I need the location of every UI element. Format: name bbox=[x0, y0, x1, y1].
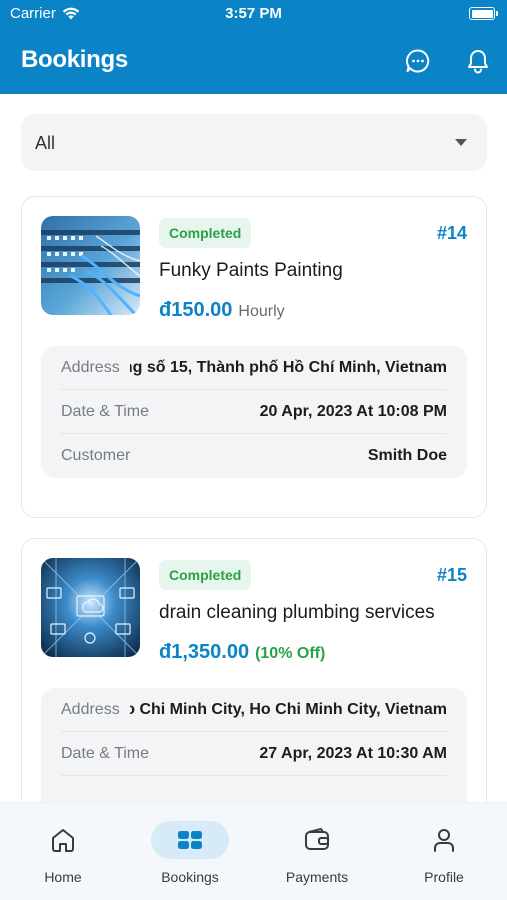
clock: 3:57 PM bbox=[225, 5, 282, 22]
price-row: đ150.00 Hourly bbox=[159, 299, 285, 322]
battery-icon bbox=[469, 7, 498, 20]
bottom-nav: Home Bookings Payments Profile bbox=[0, 802, 507, 900]
service-image bbox=[41, 216, 140, 315]
price-type: Hourly bbox=[238, 303, 285, 320]
datetime-label: Date & Time bbox=[61, 744, 150, 762]
status-badge: Completed bbox=[159, 560, 252, 590]
booking-id: #15 bbox=[436, 565, 467, 585]
address-label: Address bbox=[61, 358, 120, 376]
nav-payments-label: Payments bbox=[285, 869, 349, 885]
customer-value: Smith Doe bbox=[367, 447, 447, 464]
notifications-button[interactable] bbox=[463, 46, 493, 76]
price: đ1,350.00 bbox=[159, 641, 250, 663]
nav-profile[interactable]: Profile bbox=[389, 821, 499, 891]
service-name: Funky Paints Painting bbox=[159, 260, 343, 281]
profile-icon bbox=[434, 829, 454, 852]
chat-button[interactable] bbox=[403, 46, 433, 76]
nav-home-label: Home bbox=[44, 869, 82, 885]
nav-bookings[interactable]: Bookings bbox=[135, 821, 245, 891]
dropdown-caret-icon bbox=[455, 139, 467, 146]
filter-value: All bbox=[35, 133, 56, 153]
datetime-row: Date & Time 27 Apr, 2023 At 10:30 AM bbox=[61, 732, 447, 776]
address-value: Đường số 15, Thành phố Hồ Chí Minh, Viet… bbox=[130, 358, 447, 376]
service-image bbox=[41, 558, 140, 657]
app-header: Bookings bbox=[0, 28, 507, 94]
datetime-value: 20 Apr, 2023 At 10:08 PM bbox=[259, 402, 447, 420]
nav-home[interactable]: Home bbox=[8, 821, 118, 891]
address-value: Ho Chi Minh City, Ho Chi Minh City, Viet… bbox=[129, 700, 447, 718]
home-icon bbox=[52, 829, 74, 852]
discount: (10% Off) bbox=[255, 645, 326, 662]
nav-profile-label: Profile bbox=[424, 869, 464, 885]
address-row: Address Đường số 15, Thành phố Hồ Chí Mi… bbox=[61, 346, 447, 390]
status-bar: Carrier 3:57 PM bbox=[0, 0, 507, 28]
bell-icon bbox=[468, 50, 488, 74]
datetime-value: 27 Apr, 2023 At 10:30 AM bbox=[259, 744, 447, 762]
nav-payments[interactable]: Payments bbox=[262, 821, 372, 891]
nav-bookings-label: Bookings bbox=[161, 869, 219, 885]
datetime-row: Date & Time 20 Apr, 2023 At 10:08 PM bbox=[61, 390, 447, 434]
status-filter-dropdown[interactable]: All bbox=[21, 114, 487, 171]
chat-icon bbox=[406, 49, 430, 73]
customer-row: Customer Smith Doe bbox=[61, 434, 447, 478]
price: đ150.00 bbox=[159, 299, 233, 321]
wallet-icon bbox=[305, 828, 329, 850]
page-title: Bookings bbox=[21, 46, 128, 73]
address-row: Address Ho Chi Minh City, Ho Chi Minh Ci… bbox=[61, 688, 447, 732]
booking-details: Address Đường số 15, Thành phố Hồ Chí Mi… bbox=[41, 346, 467, 478]
booking-card[interactable]: Completed #14 Funky Paints Painting đ150… bbox=[21, 196, 487, 518]
booking-card[interactable]: Completed #15 drain cleaning plumbing se… bbox=[21, 538, 487, 838]
booking-details: Address Ho Chi Minh City, Ho Chi Minh Ci… bbox=[41, 688, 467, 820]
price-row: đ1,350.00 (10% Off) bbox=[159, 641, 325, 664]
customer-label: Customer bbox=[61, 447, 131, 464]
datetime-label: Date & Time bbox=[61, 402, 150, 420]
booking-id: #14 bbox=[436, 223, 467, 243]
status-badge: Completed bbox=[159, 218, 252, 248]
address-label: Address bbox=[61, 700, 120, 718]
service-name: drain cleaning plumbing services bbox=[159, 602, 435, 623]
bookings-icon bbox=[178, 831, 202, 849]
